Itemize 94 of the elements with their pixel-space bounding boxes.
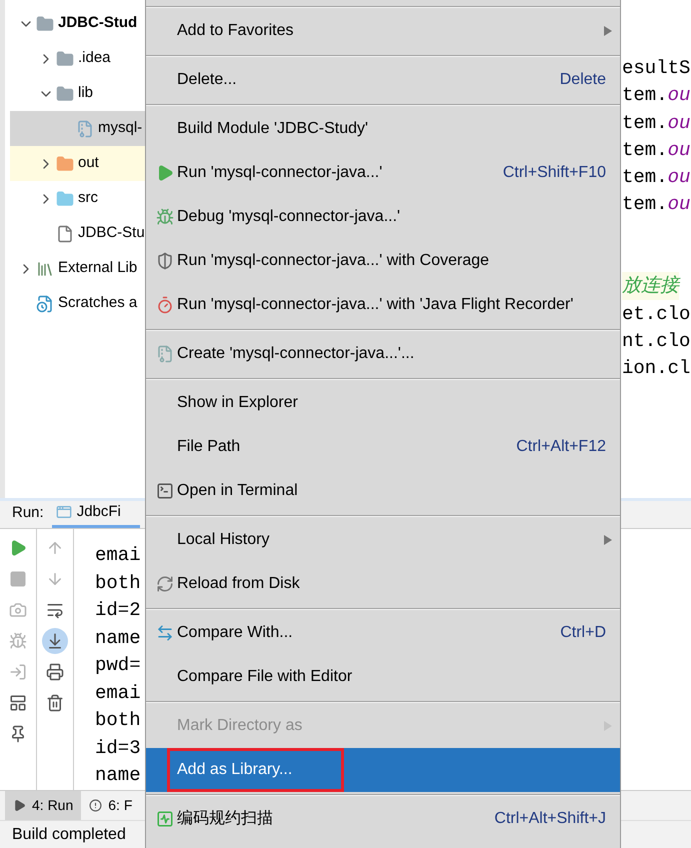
layout-icon[interactable] [9,694,27,712]
tree-item-label: JDBC-Stud [58,13,138,34]
pin-icon[interactable] [9,725,27,743]
menu-item[interactable]: Run 'mysql-connector-java...' with 'Java Flight Recorder' [146,283,620,327]
shortcut-label: Ctrl+Shift+F10 [502,163,606,183]
submenu-arrow-icon [604,26,612,36]
tree-item[interactable]: JDBC-Stud [10,6,145,41]
trash-icon[interactable] [46,694,64,712]
code-line: tem.ou [622,110,690,136]
code-line: tem.ou [622,83,690,108]
tree-item[interactable]: out [10,146,145,181]
printer-icon[interactable] [46,663,64,681]
menu-item[interactable]: Debug 'mysql-connector-java...' [146,195,620,239]
alert-icon [89,799,102,812]
menu-item[interactable]: Add as Library... [146,748,620,792]
code-line: nt.clo [622,328,690,354]
menu-item[interactable]: Run 'mysql-connector-java...' Ctrl+Shift+F10 [146,151,620,195]
shortcut-label: Ctrl+Alt+F12 [516,437,606,457]
module-folder-icon [36,14,54,32]
tree-item-label: JDBC-Stu [78,223,145,244]
menu-item[interactable]: Run 'mysql-connector-java...' with Coverage [146,239,620,283]
code-line: tem.ou [622,165,690,190]
menu-item[interactable]: Delete... Delete [146,58,620,102]
tree-item[interactable]: .idea [10,41,145,76]
menu-item[interactable]: Compare With... Ctrl+D [146,611,620,655]
code-line: esultS [622,56,690,81]
tree-item-label: src [78,188,98,208]
folder-icon [56,50,74,68]
compare-arrows-icon [156,624,174,642]
menu-item[interactable]: Add to Favorites [146,9,620,53]
refresh-icon [156,575,174,593]
archive-icon [76,120,94,138]
scroll-to-end-button[interactable] [42,628,68,654]
tree-item[interactable]: External Lib [10,251,145,286]
timer-icon [156,296,174,314]
folder-icon [56,84,74,102]
code-comment: 放连接 [622,272,679,300]
tree-item-label: lib [78,83,94,104]
scratch-file-icon [36,294,54,312]
code-line: tem.ou [622,138,690,163]
menu-item[interactable]: File Path Ctrl+Alt+F12 [146,425,620,469]
bug-icon [156,208,174,226]
code-line: ion.cl [622,356,690,382]
run-tab[interactable]: JdbcFi [52,500,140,528]
shortcut-label: Ctrl+Alt+Shift+J [494,809,606,829]
menu-item[interactable]: Open in Terminal [146,469,620,513]
console-line: both [95,708,141,733]
console-line: id=3 [95,736,141,760]
tree-item[interactable]: src [10,181,145,216]
tree-item[interactable]: mysql- [10,111,145,146]
scroll-to-end-icon [46,632,64,650]
archive-icon [156,345,174,363]
tool-window-tab[interactable]: 4: Run [5,791,82,820]
menu-item[interactable]: Reload from Disk [146,562,620,606]
folder-icon [56,190,74,208]
menu-item[interactable]: Show in Explorer [146,381,620,425]
console-line: emai [95,543,141,568]
tool-window-tab[interactable]: 6: F [81,791,140,820]
tree-item-label: mysql- [98,118,142,138]
play-icon [13,799,26,812]
tree-item[interactable]: lib [10,76,145,111]
menu-item[interactable]: 编码规约扫描 Ctrl+Alt+Shift+J [146,797,620,841]
console-line: emai [95,680,141,706]
console-line: id=2 [95,598,141,623]
tree-item[interactable]: Scratches a [10,286,145,321]
console-line: name [95,626,141,650]
tree-item-label: .idea [78,48,111,68]
tree-item-label: External Lib [58,258,138,278]
file-icon [56,224,74,242]
console-line: name [95,763,141,788]
code-line: tem.ou [622,192,690,218]
shortcut-label: Delete [560,70,606,90]
menu-item[interactable]: Create 'mysql-connector-java...'... [146,332,620,376]
tree-item-label: Scratches a [58,293,138,314]
code-line: et.clo [622,302,690,327]
submenu-arrow-icon [604,535,612,545]
console-line: pwd= [95,653,141,678]
menu-item[interactable]: Local History [146,518,620,562]
run-icon[interactable] [9,539,27,557]
terminal-icon [156,482,174,500]
menu-item[interactable]: Compare File with Editor [146,655,620,699]
wrap-text-icon[interactable] [46,601,64,619]
menu-item[interactable]: Build Module 'JDBC-Study' [146,107,620,151]
console-line: both [95,570,141,596]
tree-item[interactable]: JDBC-Stu [10,216,145,251]
panel-title: Run: [12,502,44,522]
folder-icon [56,154,74,172]
status-text: Build completed [12,824,126,844]
tree-item-label: out [78,153,99,174]
library-icon [36,260,54,278]
shield-icon [156,252,174,270]
pulse-icon [156,810,174,828]
window-icon [56,504,72,520]
shortcut-label: Ctrl+D [560,623,606,643]
